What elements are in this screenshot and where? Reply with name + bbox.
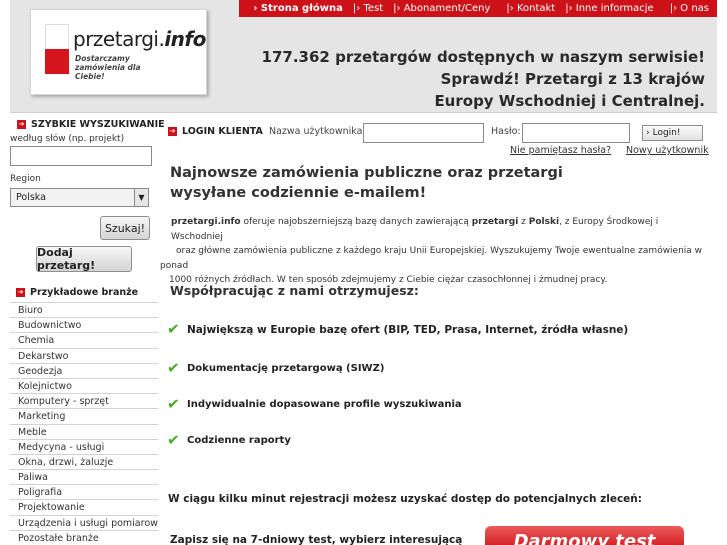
main-content: ➔ LOGIN KLIENTA Nazwa użytkownika: Hasło… — [160, 119, 717, 545]
feature-item: ✔ Dokumentację przetargową (SIWZ) — [166, 358, 385, 378]
username-label: Nazwa użytkownika: — [269, 126, 366, 137]
registration-text: W ciągu kilku minut rejestracji możesz u… — [168, 493, 642, 505]
nav-label: Strona główna — [260, 3, 343, 14]
login-heading: ➔ LOGIN KLIENTA — [168, 126, 263, 137]
login-heading-text: LOGIN KLIENTA — [182, 126, 263, 137]
category-item[interactable]: Poligrafia — [10, 484, 158, 499]
example-categories: ➔ Przykładowe branże Biuro Budownictwo C… — [10, 282, 158, 545]
nav-label: O nas — [680, 3, 709, 14]
desc-line-1: przetargi.info oferuje najobszerniejszą … — [171, 217, 659, 242]
logo[interactable]: przetargi.info Dostarczamy zamówienia dl… — [30, 9, 207, 95]
polish-flag-icon — [45, 24, 69, 74]
nav-label: Inne informacje — [575, 3, 654, 14]
feature-item: ✔ Codzienne raporty — [166, 430, 291, 450]
nav-item-test[interactable]: |› Test — [353, 3, 383, 14]
category-item[interactable]: Komputery - sprzęt — [10, 393, 158, 408]
category-item[interactable]: Pozostałe branże — [10, 529, 158, 545]
arrow-bullet-icon: ➔ — [17, 120, 26, 129]
category-item[interactable]: Chemia — [10, 332, 158, 347]
password-input[interactable] — [522, 123, 630, 143]
feature-item: ✔ Indywidualnie dopasowane profile wyszu… — [166, 394, 462, 414]
category-item[interactable]: Medycyna - usługi — [10, 438, 158, 454]
nav-item-o-nas[interactable]: |› O nas — [670, 3, 709, 14]
new-user-link[interactable]: Nowy użytkownik — [626, 145, 709, 156]
trial-text: Zapisz się na 7-dniowy test, wybierz int… — [170, 534, 463, 545]
category-item[interactable]: Okna, drzwi, żaluzje — [10, 453, 158, 469]
free-trial-button[interactable]: Darmowy test — [485, 526, 684, 545]
desc-line-3: ponad — [160, 260, 189, 271]
search-button[interactable]: Szukaj! — [100, 216, 150, 240]
add-tender-button[interactable]: Dodaj przetarg! — [36, 246, 132, 272]
login-bar: ➔ LOGIN KLIENTA Nazwa użytkownika: Hasło… — [160, 119, 717, 157]
region-selected-value: Polska — [16, 192, 46, 203]
password-label: Hasło: — [491, 126, 521, 137]
category-item[interactable]: Geodezja — [10, 362, 158, 378]
category-item[interactable]: Marketing — [10, 408, 158, 423]
examples-heading: ➔ Przykładowe branże — [10, 282, 158, 302]
region-select[interactable]: Polska ▼ — [10, 188, 149, 207]
intro-description: przetargi.info oferuje najobszerniejszą … — [160, 215, 705, 288]
category-item[interactable]: Kolejnictwo — [10, 377, 158, 393]
feature-text: Największą w Europie bazę ofert (BIP, TE… — [187, 323, 629, 336]
username-input[interactable] — [363, 123, 484, 143]
nav-item-abonament[interactable]: |› Abonament/Ceny — [393, 3, 490, 14]
logo-tagline: Dostarczamy zamówienia dla Ciebie! — [75, 54, 141, 81]
checkmark-icon: ✔ — [166, 430, 181, 450]
keywords-input[interactable] — [10, 146, 152, 166]
headline-line-1: 177.362 przetargów dostępnych w naszym s… — [261, 48, 705, 66]
forgot-password-link[interactable]: Nie pamiętasz hasła? — [510, 145, 611, 156]
logo-name: przetargi.info — [73, 27, 206, 51]
quick-search-panel: ➔ SZYBKIE WYSZUKIWANIE według słów (np. … — [10, 119, 165, 207]
headline-line-3: Europy Wschodniej i Centralnej. — [434, 92, 705, 110]
feature-text: Codzienne raporty — [187, 435, 291, 446]
headline-line-2: Sprawdź! Przetargi z 13 krajów — [440, 70, 705, 88]
chevron-down-icon[interactable]: ▼ — [134, 189, 148, 206]
nav-item-strona-glowna[interactable]: › Strona główna — [253, 3, 343, 14]
checkmark-icon: ✔ — [166, 394, 181, 414]
arrow-right-icon: › — [646, 128, 650, 138]
nav-label: Test — [363, 3, 384, 14]
login-button[interactable]: › Login! — [642, 125, 703, 141]
keywords-label: według słów (np. projekt) — [10, 134, 125, 144]
headline: 177.362 przetargów dostępnych w naszym s… — [262, 46, 705, 112]
category-item[interactable]: Budownictwo — [10, 317, 158, 332]
arrow-bullet-icon: ➔ — [16, 287, 25, 297]
category-item[interactable]: Urządzenia i usługi pomiarowe — [10, 514, 158, 530]
category-item[interactable]: Projektowanie — [10, 499, 158, 514]
category-item[interactable]: Biuro — [10, 302, 158, 317]
nav-label: Abonament/Ceny — [403, 3, 491, 14]
nav-label: Kontakt — [516, 3, 556, 14]
arrow-bullet-icon: ➔ — [168, 127, 177, 136]
checkmark-icon: ✔ — [166, 358, 181, 378]
checkmark-icon: ✔ — [166, 319, 181, 339]
category-item[interactable]: Meble — [10, 423, 158, 439]
category-item[interactable]: Dekarstwo — [10, 347, 158, 363]
region-label: Region — [10, 174, 41, 184]
nav-item-inne-informacje[interactable]: |› Inne informacje — [565, 3, 654, 14]
header: › Strona główna |› Test |› Abonament/Cen… — [10, 0, 717, 113]
feature-item: ✔ Największą w Europie bazę ofert (BIP, … — [166, 319, 629, 339]
quick-search-heading: ➔ SZYBKIE WYSZUKIWANIE — [10, 119, 165, 130]
examples-heading-text: Przykładowe branże — [30, 286, 139, 298]
category-item[interactable]: Paliwa — [10, 469, 158, 484]
nav-item-kontakt[interactable]: |› Kontakt — [506, 3, 555, 14]
desc-line-2: oraz główne zamówienia publiczne z każde… — [176, 246, 703, 256]
login-button-label: Login! — [652, 128, 681, 138]
intro-title: Najnowsze zamówienia publiczne oraz prze… — [170, 165, 563, 201]
page: › Strona główna |› Test |› Abonament/Cen… — [0, 0, 727, 545]
quick-search-heading-text: SZYBKIE WYSZUKIWANIE — [31, 119, 165, 130]
cooperation-heading: Współpracując z nami otrzymujesz: — [170, 283, 419, 298]
feature-text: Dokumentację przetargową (SIWZ) — [187, 363, 385, 374]
top-navigation: › Strona główna |› Test |› Abonament/Cen… — [239, 0, 717, 17]
feature-text: Indywidualnie dopasowane profile wyszuki… — [187, 399, 462, 410]
